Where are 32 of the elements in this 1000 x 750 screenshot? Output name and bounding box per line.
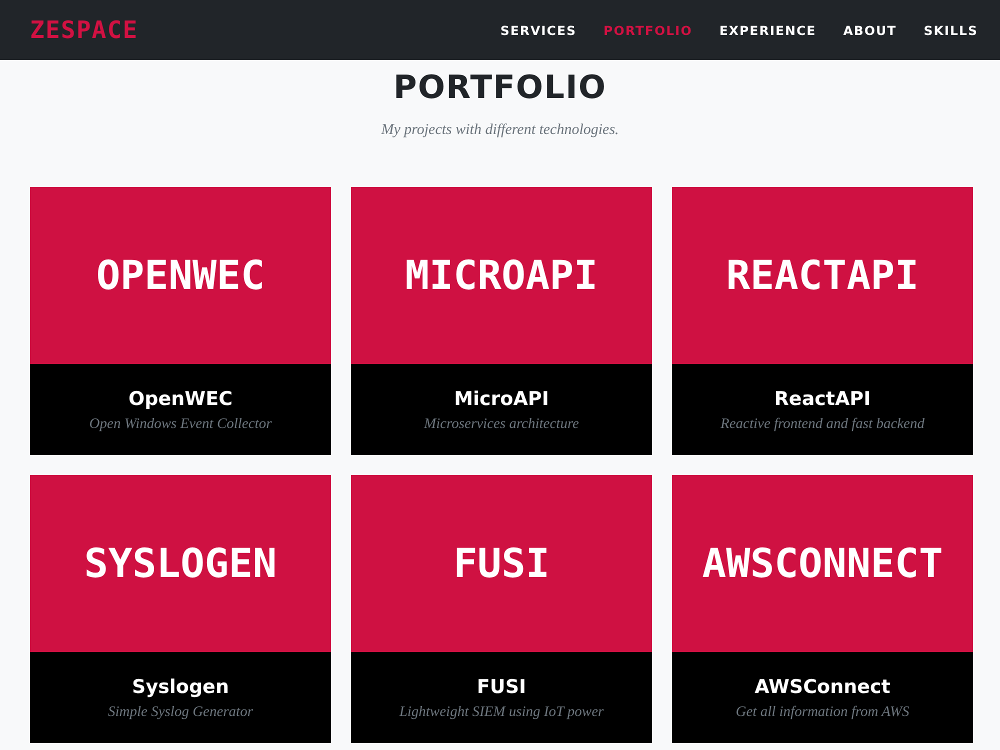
project-title: FUSI: [476, 676, 526, 698]
project-banner[interactable]: SYSLOGEN: [30, 475, 331, 652]
banner-title: OPENWEC: [96, 252, 265, 298]
project-description: Open Windows Event Collector: [89, 416, 272, 433]
project-title: MicroAPI: [454, 388, 549, 410]
project-title: ReactAPI: [774, 388, 871, 410]
nav-link[interactable]: EXPERIENCE: [719, 18, 816, 42]
site-logo[interactable]: ZESPACE: [30, 16, 138, 44]
section-subtitle: My projects with different technologies.: [380, 122, 620, 139]
project-title: Syslogen: [132, 676, 229, 698]
project-title: AWSConnect: [754, 676, 890, 698]
banner-title: SYSLOGEN: [84, 540, 277, 586]
project-description: Reactive frontend and fast backend: [720, 416, 924, 433]
project-title: OpenWEC: [128, 388, 233, 410]
project-banner[interactable]: OPENWEC: [30, 187, 331, 364]
section-title: PORTFOLIO: [392, 68, 608, 106]
nav-link[interactable]: SKILLS: [924, 18, 978, 42]
banner-title: REACTAPI: [726, 252, 919, 298]
project-description: Simple Syslog Generator: [108, 704, 253, 721]
banner-title: AWSCONNECT: [702, 540, 943, 586]
nav-link[interactable]: PORTFOLIO: [604, 18, 692, 42]
project-description: Get all information from AWS: [736, 704, 910, 721]
banner-title: FUSI: [453, 540, 550, 586]
nav-link[interactable]: SERVICES: [500, 18, 577, 42]
project-description: Microservices architecture: [424, 416, 579, 433]
project-description: Lightweight SIEM using IoT power: [399, 704, 604, 721]
project-banner[interactable]: REACTAPI: [672, 187, 973, 364]
nav-link[interactable]: ABOUT: [843, 18, 897, 42]
project-banner[interactable]: AWSCONNECT: [672, 475, 973, 652]
project-banner[interactable]: MICROAPI: [351, 187, 652, 364]
banner-title: MICROAPI: [405, 252, 598, 298]
project-banner[interactable]: FUSI: [351, 475, 652, 652]
